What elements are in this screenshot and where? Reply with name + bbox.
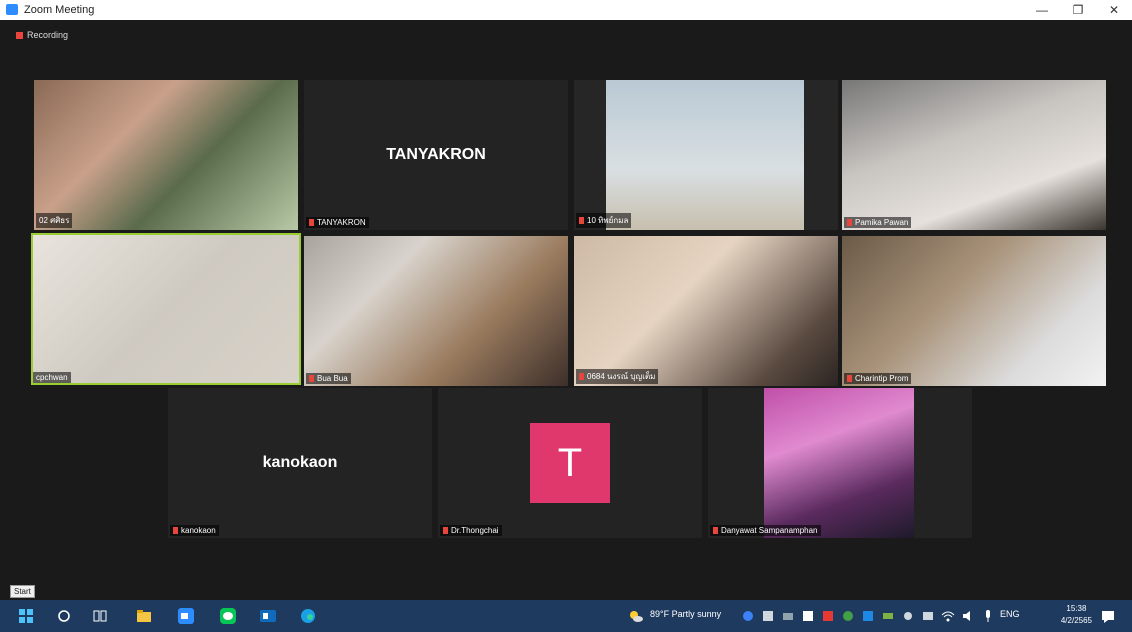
mic-muted-icon xyxy=(847,219,852,227)
video-tile[interactable]: Pamika Pawan xyxy=(842,80,1106,230)
clock[interactable]: 15:38 4/2/2565 xyxy=(1061,603,1092,627)
tray-app-icon[interactable] xyxy=(900,608,916,624)
maximize-button[interactable]: ❐ xyxy=(1060,0,1096,20)
window-title: Zoom Meeting xyxy=(24,4,95,16)
video-tile[interactable]: T Dr.Thongchai xyxy=(438,388,702,538)
wifi-icon[interactable] xyxy=(940,608,956,624)
video-tile[interactable]: kanokaon kanokaon xyxy=(168,388,432,538)
participant-name: Dr.Thongchai xyxy=(440,525,502,536)
mic-muted-icon xyxy=(579,373,584,381)
participant-avatar: T xyxy=(530,423,610,503)
tray-app-icon[interactable] xyxy=(880,608,896,624)
tray-app-icon[interactable] xyxy=(760,608,776,624)
clock-time: 15:38 xyxy=(1066,604,1087,613)
tray-app-icon[interactable] xyxy=(820,608,836,624)
line-app-icon[interactable] xyxy=(220,608,236,624)
title-bar: Zoom Meeting — ❐ ✕ xyxy=(0,0,1132,20)
participant-name: Pamika Pawan xyxy=(844,217,912,228)
network-icon[interactable] xyxy=(920,608,936,624)
video-tile-active-speaker[interactable]: cpchwan xyxy=(31,233,301,385)
tray-app-icon[interactable] xyxy=(740,608,756,624)
task-view-icon[interactable] xyxy=(92,608,108,624)
video-tile[interactable]: Bua Bua xyxy=(304,236,568,386)
clock-date: 4/2/2565 xyxy=(1060,616,1092,625)
recording-icon xyxy=(16,32,23,40)
recording-label: Recording xyxy=(27,30,69,40)
recording-indicator[interactable]: Recording xyxy=(16,30,68,40)
mic-muted-icon xyxy=(309,219,314,227)
participant-name: Charintip Prom xyxy=(844,373,912,384)
participant-name: Bua Bua xyxy=(306,373,351,384)
tray-app-icon[interactable] xyxy=(840,608,856,624)
participant-name: kanokaon xyxy=(170,525,219,536)
video-feed xyxy=(606,80,804,230)
video-tile[interactable]: Charintip Prom xyxy=(842,236,1106,386)
participant-name: 0684 นงรณ์ บุญเต็ม xyxy=(576,369,659,384)
close-button[interactable]: ✕ xyxy=(1096,0,1132,20)
participant-name: 10 ทิพย์กมล xyxy=(576,213,632,228)
windows-start-icon[interactable] xyxy=(18,608,34,624)
mic-muted-icon xyxy=(443,527,448,535)
video-tile[interactable]: 0684 นงรณ์ บุญเต็ม xyxy=(574,236,838,386)
tray-app-icon[interactable] xyxy=(780,608,796,624)
notification-icon[interactable] xyxy=(1100,608,1116,624)
participant-display-name: TANYAKRON xyxy=(386,146,486,163)
language-indicator[interactable]: ENG xyxy=(1000,609,1020,619)
participant-name: cpchwan xyxy=(33,372,71,383)
video-tile[interactable]: 10 ทิพย์กมล xyxy=(574,80,838,230)
video-feed xyxy=(764,388,914,538)
mic-muted-icon xyxy=(847,375,852,383)
participant-display-name: kanokaon xyxy=(262,454,338,471)
microphone-icon[interactable] xyxy=(980,608,996,624)
participant-name: 02 ศศิธร xyxy=(36,213,73,228)
participant-name: Danyawat Sampanamphan xyxy=(710,525,821,536)
mic-muted-icon xyxy=(713,527,718,535)
zoom-taskbar-icon[interactable] xyxy=(178,608,194,624)
mic-muted-icon xyxy=(579,217,584,225)
outlook-icon[interactable] xyxy=(260,608,276,624)
file-explorer-icon[interactable] xyxy=(136,608,152,624)
tray-app-icon[interactable] xyxy=(860,608,876,624)
participant-name: TANYAKRON xyxy=(306,217,369,228)
tray-app-icon[interactable] xyxy=(800,608,816,624)
taskbar: 89°F Partly sunny ENG 15:38 4/2/2565 xyxy=(0,600,1132,632)
search-icon[interactable] xyxy=(56,608,72,624)
edge-browser-icon[interactable] xyxy=(300,608,316,624)
video-tile[interactable]: TANYAKRON TANYAKRON xyxy=(304,80,568,230)
mic-muted-icon xyxy=(309,375,314,383)
minimize-button[interactable]: — xyxy=(1024,0,1060,20)
zoom-app-icon xyxy=(6,4,18,15)
start-tooltip: Start xyxy=(10,585,35,598)
volume-icon[interactable] xyxy=(960,608,976,624)
weather-icon[interactable] xyxy=(628,608,644,624)
weather-text[interactable]: 89°F Partly sunny xyxy=(650,609,721,619)
mic-muted-icon xyxy=(173,527,178,535)
video-tile[interactable]: Danyawat Sampanamphan xyxy=(708,388,972,538)
video-tile[interactable]: 02 ศศิธร xyxy=(34,80,298,230)
